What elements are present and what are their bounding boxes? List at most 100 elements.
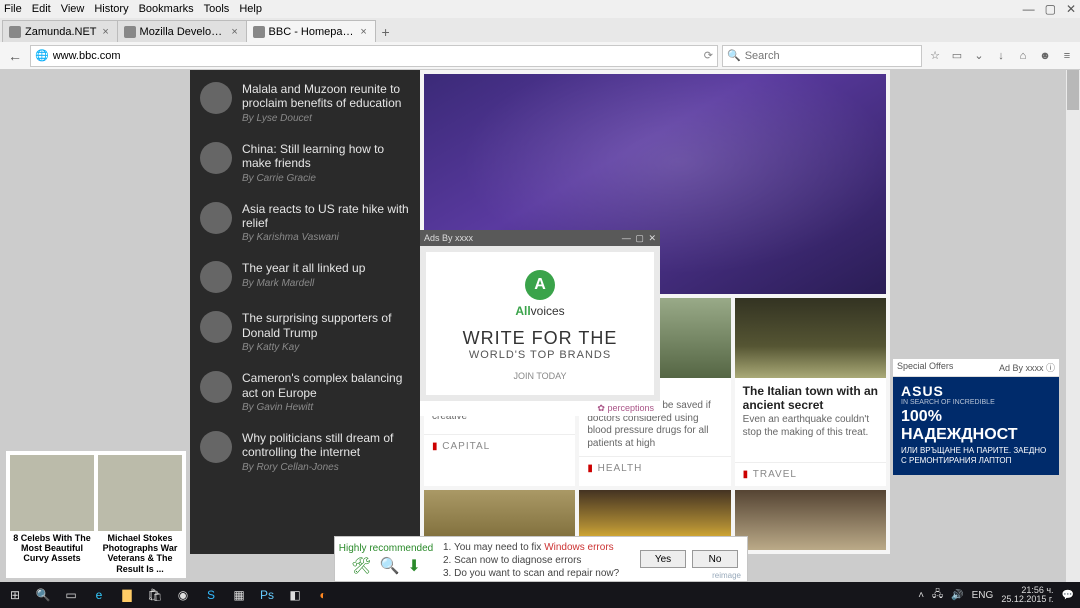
reading-list-icon[interactable]: ▭ <box>948 47 966 65</box>
task-view-icon[interactable]: ▭ <box>62 586 80 604</box>
window-minimize[interactable]: — <box>1023 2 1035 16</box>
sidebar-item-byline: By Gavin Hewitt <box>242 402 410 413</box>
tab-close-icon[interactable]: × <box>230 26 240 38</box>
ad-popup-center: Ads By xxxx — ▢ ✕ A Allvoices WRITE FOR … <box>420 230 660 416</box>
tab-title: Zamunda.NET <box>25 26 97 38</box>
ad-headline: WRITE FOR THE <box>436 328 644 349</box>
ad-right-brand-sub: IN SEARCH OF INCREDIBLE <box>901 399 1051 406</box>
favicon-icon <box>9 26 21 38</box>
avatar <box>200 431 232 463</box>
avatar <box>200 371 232 403</box>
card-title: The Italian town with an ancient secret <box>735 378 886 414</box>
sidebar-item-title: Cameron's complex balancing act on Europ… <box>242 371 410 400</box>
ad-close-icon[interactable]: ✕ <box>648 233 656 243</box>
store-icon[interactable]: 🛍 <box>146 586 164 604</box>
ad-block-left[interactable]: 8 Celebs With The Most Beautiful Curvy A… <box>6 451 186 578</box>
downloads-icon[interactable]: ↓ <box>992 47 1010 65</box>
story-thumb[interactable] <box>735 490 886 550</box>
toolbar: ← 🌐 ⟳ 🔍 ☆ ▭ ⌄ ↓ ⌂ ☻ ≡ <box>0 42 1080 70</box>
tray-network-icon[interactable]: 🖧 <box>932 587 943 604</box>
menu-file[interactable]: File <box>4 3 22 15</box>
url-bar[interactable]: 🌐 ⟳ <box>30 45 718 67</box>
search-icon: 🔍 <box>727 49 741 62</box>
menu-tools[interactable]: Tools <box>204 3 230 15</box>
taskbar: ⊞ 🔍 ▭ e ▇ 🛍 ◉ S ▦ Ps ◧ ◐ ˄ 🖧 🔊 ENG 21:56… <box>0 582 1080 608</box>
sidebar-item[interactable]: Cameron's complex balancing act on Europ… <box>190 363 420 423</box>
search-input[interactable] <box>745 50 917 62</box>
back-button[interactable]: ← <box>4 45 26 67</box>
nag-yes-button[interactable]: Yes <box>640 550 686 568</box>
menubar: File Edit View History Bookmarks Tools H… <box>0 0 1080 18</box>
ad-banner-right[interactable]: Special Offers Ad By xxxx ⓘ ASUS IN SEAR… <box>892 358 1060 476</box>
app-icon[interactable]: ◧ <box>286 586 304 604</box>
avatar <box>200 311 232 343</box>
url-input[interactable] <box>53 47 700 65</box>
ad-cta-link[interactable]: JOIN TODAY <box>436 371 644 381</box>
menu-history[interactable]: History <box>94 3 128 15</box>
hamburger-menu-icon[interactable]: ≡ <box>1058 47 1076 65</box>
menu-view[interactable]: View <box>61 3 85 15</box>
sidebar-item-byline: By Lyse Doucet <box>242 113 410 124</box>
ad-chrome-label: Ads By xxxx <box>424 233 473 243</box>
tray-language[interactable]: ENG <box>972 590 994 601</box>
sidebar-item[interactable]: Why politicians still dream of controlli… <box>190 423 420 483</box>
ad-brand: Allvoices <box>436 304 644 318</box>
sidebar-item[interactable]: The surprising supporters of Donald Trum… <box>190 303 420 363</box>
edge-icon[interactable]: e <box>90 586 108 604</box>
menu-edit[interactable]: Edit <box>32 3 51 15</box>
tab-0[interactable]: Zamunda.NET × <box>2 20 118 42</box>
sidebar-item-title: Malala and Muzoon reunite to proclaim be… <box>242 82 410 111</box>
tab-close-icon[interactable]: × <box>101 26 111 38</box>
tray-chevron-icon[interactable]: ˄ <box>918 590 924 601</box>
window-maximize[interactable]: ▢ <box>1045 2 1056 16</box>
card-category: TRAVEL <box>735 462 886 486</box>
scareware-nag: Highly recommended 🛠 🔍 ⬇ 1. You may need… <box>334 536 748 582</box>
favicon-icon <box>124 26 136 38</box>
search-bar[interactable]: 🔍 <box>722 45 922 67</box>
ad-subhead: WORLD'S TOP BRANDS <box>436 349 644 361</box>
sidebar-item[interactable]: The year it all linked upBy Mark Mardell <box>190 253 420 303</box>
ad-footer-brand: perceptions <box>420 401 660 416</box>
nag-line-3: 3. Do you want to scan and repair now? <box>443 567 625 580</box>
window-close[interactable]: ✕ <box>1066 2 1076 16</box>
bookmark-star-icon[interactable]: ☆ <box>926 47 944 65</box>
nag-line-1a: 1. You may need to fix <box>443 542 544 553</box>
pocket-icon[interactable]: ⌄ <box>970 47 988 65</box>
menu-help[interactable]: Help <box>239 3 262 15</box>
story-card[interactable]: The Italian town with an ancient secret … <box>735 298 886 486</box>
sidebar-item[interactable]: Asia reacts to US rate hike with reliefB… <box>190 194 420 254</box>
start-button[interactable]: ⊞ <box>6 586 24 604</box>
reload-icon[interactable]: ⟳ <box>704 49 713 62</box>
firefox-icon[interactable]: ◐ <box>314 586 332 604</box>
sidebar-item-title: China: Still learning how to make friend… <box>242 142 410 171</box>
nag-tagline: Highly recommended <box>339 543 434 554</box>
new-tab-button[interactable]: + <box>375 22 397 42</box>
ad-minimize-icon[interactable]: — <box>622 233 631 243</box>
chrome-icon[interactable]: ◉ <box>174 586 192 604</box>
home-icon[interactable]: ⌂ <box>1014 47 1032 65</box>
photoshop-icon[interactable]: Ps <box>258 586 276 604</box>
nag-no-button[interactable]: No <box>692 550 738 568</box>
profile-icon[interactable]: ☻ <box>1036 47 1054 65</box>
action-center-icon[interactable]: 💬 <box>1062 590 1074 601</box>
taskbar-search-icon[interactable]: 🔍 <box>34 586 52 604</box>
sidebar-item[interactable]: China: Still learning how to make friend… <box>190 134 420 194</box>
app-icon[interactable]: ▦ <box>230 586 248 604</box>
tab-close-icon[interactable]: × <box>359 26 369 38</box>
tab-1[interactable]: Mozilla Developer Network × <box>117 20 247 42</box>
sidebar-item-byline: By Mark Mardell <box>242 278 365 289</box>
file-explorer-icon[interactable]: ▇ <box>118 586 136 604</box>
nag-brand-link[interactable]: reimage <box>712 571 741 580</box>
skype-icon[interactable]: S <box>202 586 220 604</box>
tray-volume-icon[interactable]: 🔊 <box>951 590 963 601</box>
tabstrip: Zamunda.NET × Mozilla Developer Network … <box>0 18 1080 42</box>
menu-bookmarks[interactable]: Bookmarks <box>139 3 194 15</box>
tab-2[interactable]: BBC - Homepage × <box>246 20 376 42</box>
ad-maximize-icon[interactable]: ▢ <box>635 233 644 243</box>
sidebar-item[interactable]: Malala and Muzoon reunite to proclaim be… <box>190 74 420 134</box>
scrollbar-track[interactable] <box>1066 70 1080 582</box>
ad-caption: 8 Celebs With The Most Beautiful Curvy A… <box>10 533 94 574</box>
scrollbar-thumb[interactable] <box>1067 70 1079 110</box>
card-image <box>735 298 886 378</box>
tray-clock[interactable]: 21:56 ч. 25.12.2015 г. <box>1001 586 1053 604</box>
